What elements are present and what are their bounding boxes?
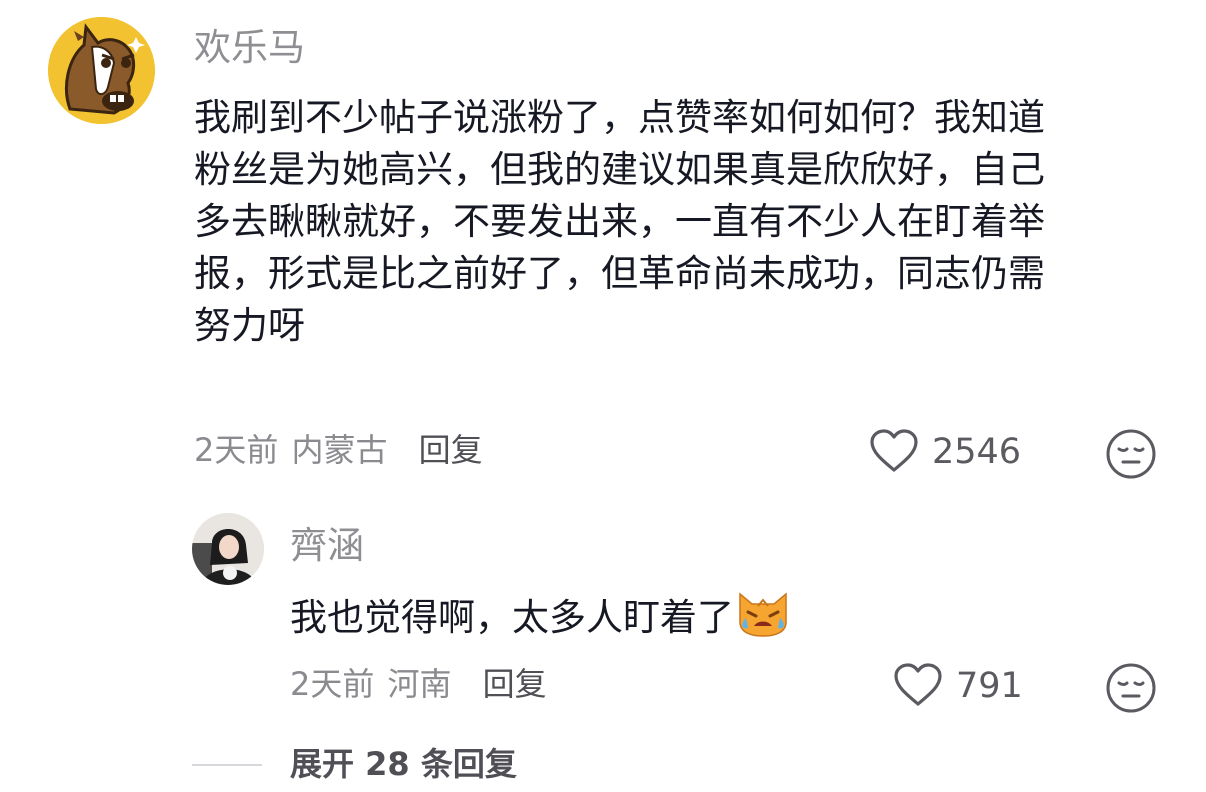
comment-username[interactable]: 欢乐马 xyxy=(194,24,305,72)
dislike-button[interactable] xyxy=(1105,428,1157,480)
comment-location: 内蒙古 xyxy=(291,431,388,469)
comment-text-line: 报，形式是比之前好了，但革命尚未成功，同志仍需 xyxy=(194,252,1045,295)
meh-face-icon xyxy=(1106,429,1156,479)
like-button[interactable] xyxy=(868,428,920,474)
reply-reply-button[interactable]: 回复 xyxy=(483,665,547,703)
comment-text-line: 努力呀 xyxy=(194,304,305,347)
heart-icon xyxy=(870,429,918,472)
reply-avatar[interactable] xyxy=(192,513,264,585)
comment-text: 我刷到不少帖子说涨粉了，点赞率如何如何？我知道 粉丝是为她高兴，但我的建议如果真… xyxy=(194,92,1174,352)
crying-cat-emoji-icon xyxy=(736,588,790,652)
heart-icon xyxy=(894,663,942,706)
reply-button[interactable]: 回复 xyxy=(419,431,483,469)
reply-time: 2天前 xyxy=(290,665,375,703)
comment-text-line: 粉丝是为她高兴，但我的建议如果真是欣欣好，自己 xyxy=(194,148,1045,191)
comment-text-line: 我刷到不少帖子说涨粉了，点赞率如何如何？我知道 xyxy=(194,96,1045,139)
reply-text: 我也觉得啊，太多人盯着了 xyxy=(290,596,734,639)
user-photo-avatar xyxy=(192,513,264,585)
horse-avatar-icon xyxy=(48,17,155,124)
reply-text-row: 我也觉得啊，太多人盯着了 xyxy=(290,588,790,652)
divider xyxy=(192,764,262,766)
reply-like-button[interactable] xyxy=(892,662,944,708)
comment-time: 2天前 xyxy=(194,431,279,469)
reply-dislike-button[interactable] xyxy=(1105,662,1157,714)
reply-like-count: 791 xyxy=(956,666,1023,706)
meh-face-icon xyxy=(1106,663,1156,713)
expand-replies-button[interactable]: 展开 28 条回复 xyxy=(290,742,517,786)
like-count: 2546 xyxy=(932,432,1022,472)
reply-location: 河南 xyxy=(387,665,452,703)
comment-meta: 2天前 内蒙古 回复 xyxy=(194,428,483,472)
avatar[interactable] xyxy=(48,17,155,124)
comment-text-line: 多去瞅瞅就好，不要发出来，一直有不少人在盯着举 xyxy=(194,200,1045,243)
reply-meta: 2天前 河南 回复 xyxy=(290,662,547,706)
reply-username[interactable]: 齊涵 xyxy=(290,522,364,570)
